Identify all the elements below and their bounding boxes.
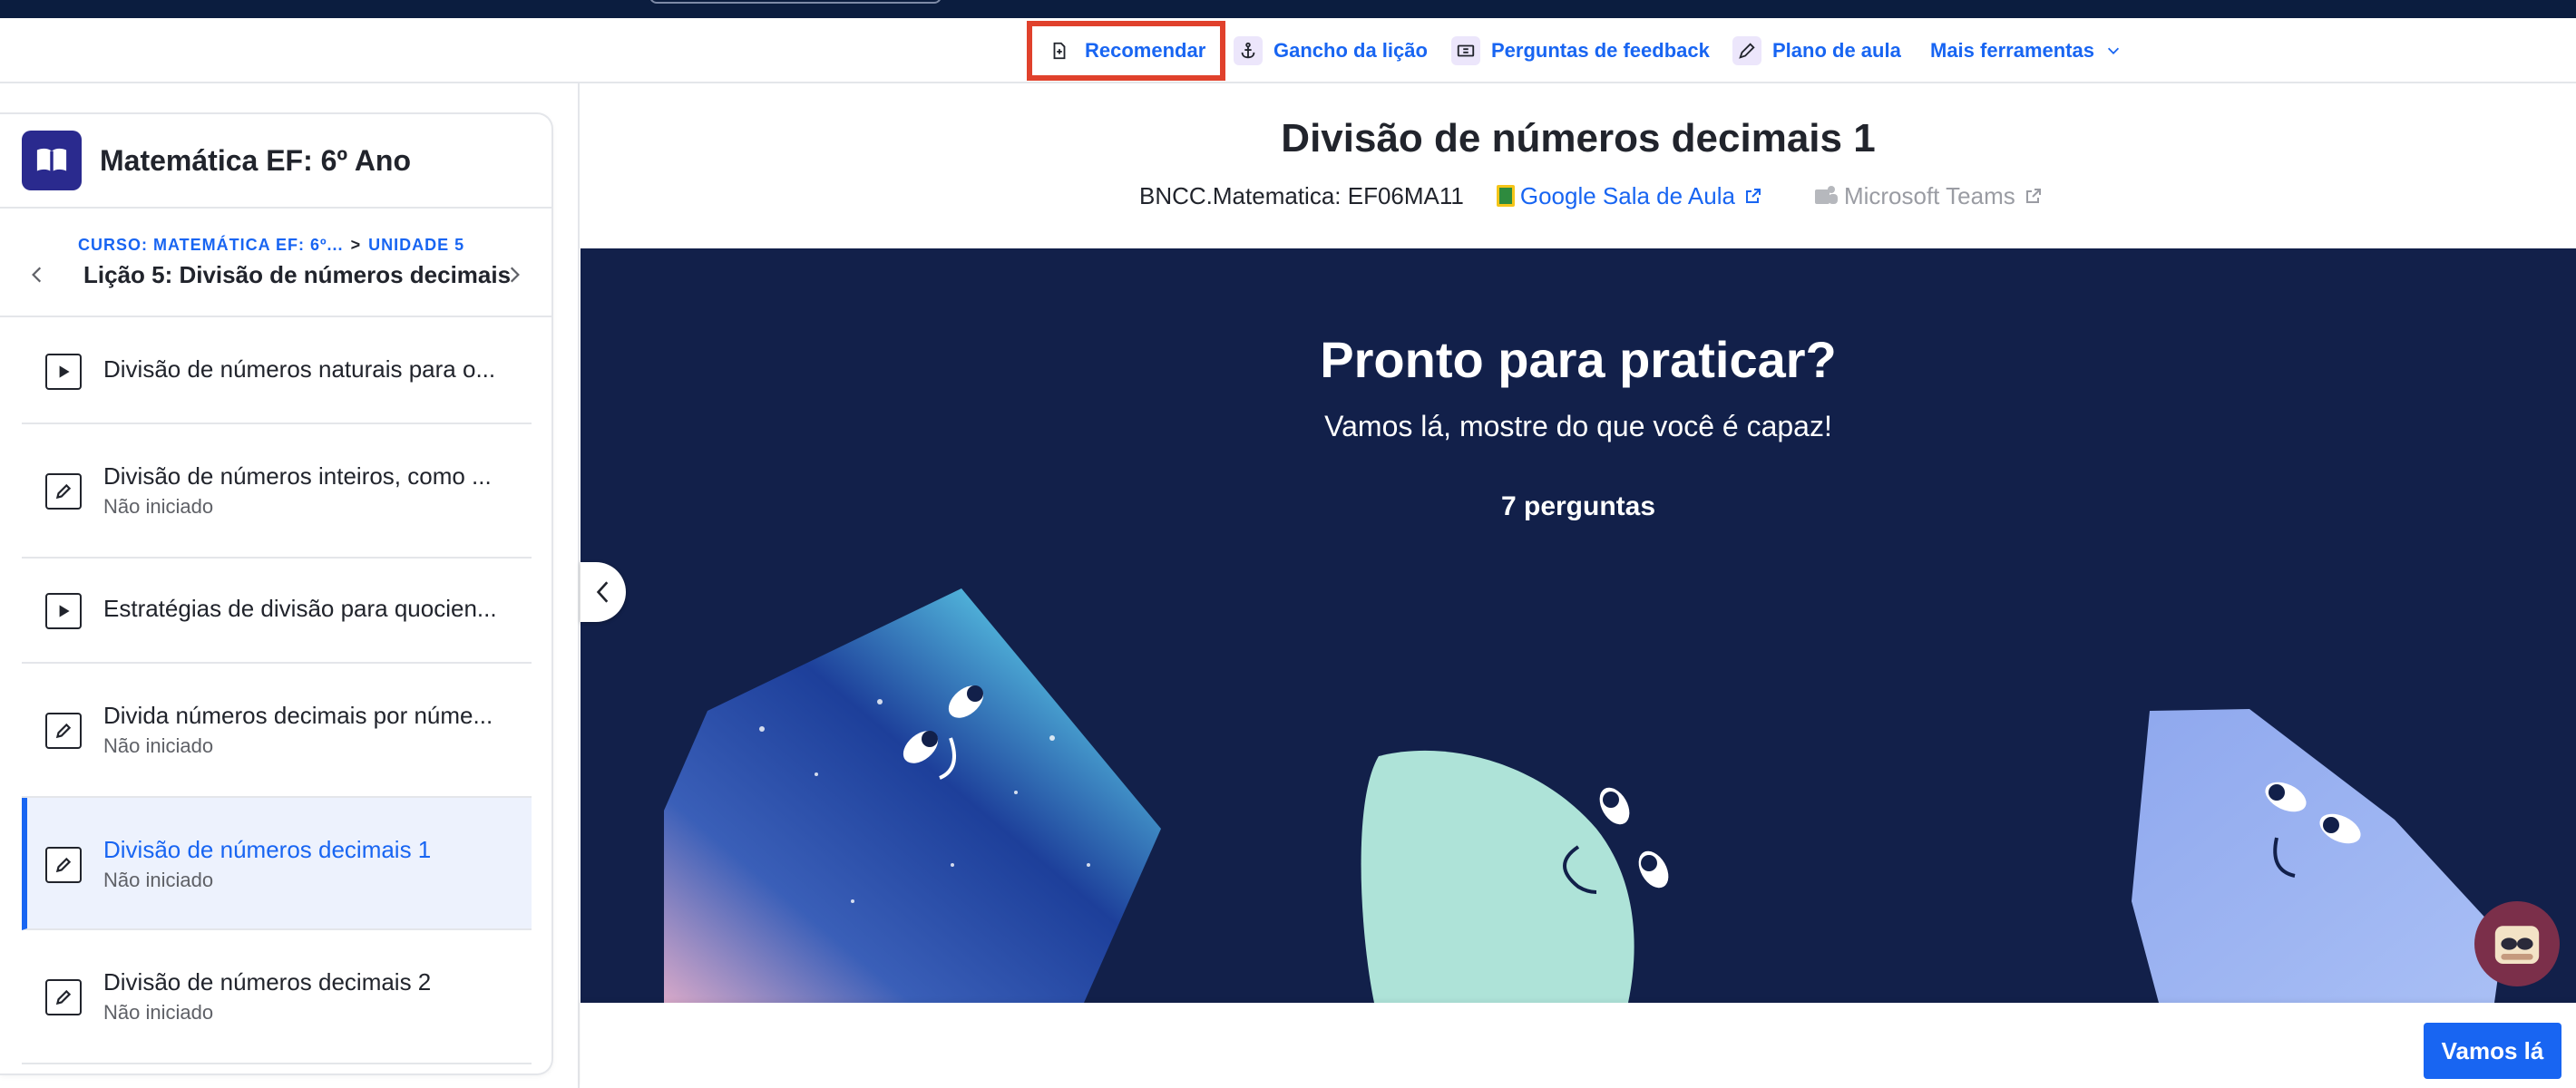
breadcrumb-course[interactable]: CURSO: MATEMÁTICA EF: 6º... — [78, 236, 344, 254]
item-title: Divisão de números inteiros, como ... — [103, 462, 492, 490]
recommend-label: Recomendar — [1085, 39, 1206, 62]
mint-blob-character — [1361, 750, 1634, 1003]
more-tools-label: Mais ferramentas — [1930, 39, 2094, 62]
lesson-content-list: Divisão de números naturais para o... Di… — [22, 319, 532, 1064]
item-status: Não iniciado — [103, 1001, 214, 1024]
lesson-hook-label: Gancho da lição — [1273, 39, 1428, 62]
more-tools-dropdown[interactable]: Mais ferramentas — [1930, 18, 2122, 83]
lesson-sidebar: Matemática EF: 6º Ano CURSO: MATEMÁTICA … — [0, 112, 553, 1075]
pencil-icon — [1732, 36, 1761, 65]
lesson-plan-label: Plano de aula — [1772, 39, 1901, 62]
stage-subheading: Vamos lá, mostre do que você é capaz! — [1324, 410, 1832, 442]
robot-avatar-icon — [2494, 926, 2540, 964]
item-title: Divida números decimais por núme... — [103, 702, 493, 729]
list-item[interactable]: Estratégias de divisão para quocien... — [22, 559, 532, 664]
periwinkle-blob-character — [2132, 709, 2503, 1003]
ticket-icon — [1451, 36, 1480, 65]
google-classroom-label: Google Sala de Aula — [1519, 181, 1735, 209]
exercise-pencil-icon — [45, 473, 82, 510]
start-practice-button[interactable]: Vamos lá — [2424, 1023, 2561, 1079]
list-item-active[interactable]: Divisão de números decimais 1 Não inicia… — [22, 798, 532, 930]
exercise-meta: BNCC.Matematica: EF06MA11 Google Sala de… — [1139, 178, 2043, 214]
recommend-button[interactable]: Recomendar — [1027, 21, 1226, 81]
top-nav-strip — [0, 0, 2576, 18]
item-title: Divisão de números naturais para o... — [103, 355, 496, 383]
exercise-pencil-icon — [45, 847, 82, 883]
feedback-questions-label: Perguntas de feedback — [1491, 39, 1710, 62]
starry-blob-character — [664, 588, 1161, 1003]
stage-heading: Pronto para praticar? — [1320, 331, 1837, 388]
previous-lesson-button[interactable] — [24, 261, 51, 288]
chevron-down-icon — [2107, 47, 2120, 54]
list-item[interactable]: Divida números decimais por núme... Não … — [22, 664, 532, 798]
item-title: Divisão de números decimais 2 — [103, 968, 432, 996]
list-item[interactable]: Divisão de números decimais 2 Não inicia… — [22, 930, 532, 1064]
list-item[interactable]: Divisão de números inteiros, como ... Nã… — [22, 424, 532, 559]
breadcrumb-separator: > — [350, 236, 362, 254]
anchor-icon — [1234, 36, 1263, 65]
item-status: Não iniciado — [103, 734, 214, 757]
item-title: Divisão de números decimais 1 — [103, 836, 432, 863]
search-box-edge[interactable] — [649, 0, 942, 4]
practice-intro-panel: Pronto para praticar? Vamos lá, mostre d… — [581, 248, 2576, 1003]
google-classroom-icon — [1496, 185, 1515, 207]
lesson-navigator: CURSO: MATEMÁTICA EF: 6º... > UNIDADE 5 Li… — [0, 209, 551, 317]
google-classroom-link[interactable]: Google Sala de Aula — [1496, 181, 1762, 210]
microsoft-teams-link[interactable]: Microsoft Teams — [1813, 182, 2043, 210]
item-status: Não iniciado — [103, 495, 214, 518]
course-title: Matemática EF: 6º Ano — [100, 143, 412, 177]
item-status: Não iniciado — [103, 869, 214, 891]
book-icon — [22, 131, 82, 190]
exercise-footer: Vamos lá — [581, 1003, 2576, 1088]
chevron-left-icon — [32, 267, 42, 283]
chevron-left-icon — [596, 581, 609, 603]
question-count: 7 perguntas — [1500, 491, 1656, 521]
exercise-pencil-icon — [45, 713, 82, 749]
main-divider — [578, 83, 580, 1088]
feedback-questions-button[interactable]: Perguntas de feedback — [1451, 18, 1710, 83]
microsoft-teams-label: Microsoft Teams — [1843, 181, 2015, 209]
lesson-plan-button[interactable]: Plano de aula — [1732, 18, 1901, 83]
video-play-icon — [45, 354, 82, 390]
lesson-hook-button[interactable]: Gancho da lição — [1234, 18, 1428, 83]
video-play-icon — [45, 593, 82, 629]
assistant-avatar-button[interactable] — [2474, 901, 2560, 986]
next-lesson-button[interactable] — [501, 261, 528, 288]
exercise-title: Divisão de números decimais 1 — [1281, 116, 1876, 160]
standard-code: BNCC.Matematica: EF06MA11 — [1139, 181, 1464, 209]
lesson-title: Lição 5: Divisão de números decimais — [83, 261, 512, 288]
breadcrumb: CURSO: MATEMÁTICA EF: 6º... > UNIDADE 5 — [78, 236, 464, 255]
course-header[interactable]: Matemática EF: 6º Ano — [0, 114, 551, 209]
teacher-toolbar: Recomendar Gancho da lição Perguntas de … — [0, 18, 2576, 83]
assignment-add-icon — [1045, 36, 1074, 65]
external-link-icon — [1745, 189, 1761, 203]
item-title: Estratégias de divisão para quocien... — [103, 595, 497, 622]
external-link-icon — [2025, 189, 2041, 203]
chevron-right-icon — [510, 267, 520, 283]
teams-icon — [1814, 186, 1838, 204]
list-item[interactable]: Divisão de números naturais para o... — [22, 319, 532, 424]
breadcrumb-unit[interactable]: UNIDADE 5 — [368, 236, 464, 254]
exercise-pencil-icon — [45, 979, 82, 1015]
